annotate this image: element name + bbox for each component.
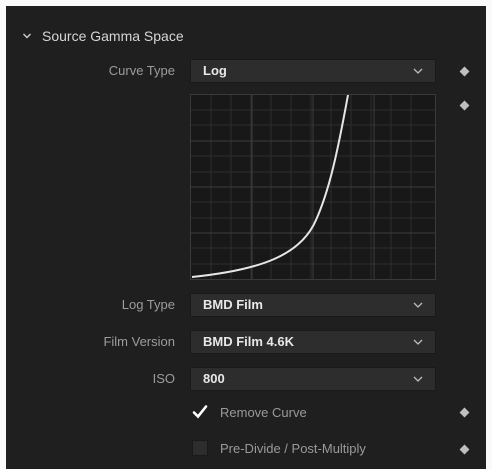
keyframe-icon[interactable] [459,444,470,455]
iso-label: ISO [152,371,175,386]
chevron-down-icon [413,376,423,382]
section-header[interactable]: Source Gamma Space [22,28,184,44]
curve-graph [190,94,436,280]
section-title: Source Gamma Space [42,28,184,44]
keyframe-icon[interactable] [459,407,470,418]
pre-divide-checkbox[interactable] [192,440,208,456]
remove-curve-checkbox[interactable] [192,404,208,420]
chevron-down-icon [413,339,423,345]
log-type-label: Log Type [121,297,175,312]
log-type-dropdown[interactable]: BMD Film [190,293,436,317]
keyframe-icon[interactable] [459,100,470,111]
pre-divide-label: Pre-Divide / Post-Multiply [220,441,366,456]
film-version-value: BMD Film 4.6K [203,334,295,349]
iso-value: 800 [203,371,225,386]
curve-type-dropdown[interactable]: Log [190,59,436,83]
chevron-down-icon [23,33,31,39]
curve-type-value: Log [203,63,227,78]
checkmark-icon [192,405,208,419]
inspector-panel: Source Gamma Space Curve Type Log Log Ty… [6,6,486,469]
film-version-label: Film Version [103,334,175,349]
gamma-curve [191,94,349,278]
remove-curve-label: Remove Curve [220,405,307,420]
log-type-value: BMD Film [203,297,263,312]
keyframe-icon[interactable] [459,66,470,77]
chevron-down-icon [413,68,423,74]
chevron-down-icon [413,302,423,308]
curve-type-label: Curve Type [108,63,175,78]
film-version-dropdown[interactable]: BMD Film 4.6K [190,330,436,354]
curve-graph-svg [191,94,435,279]
iso-dropdown[interactable]: 800 [190,367,436,391]
